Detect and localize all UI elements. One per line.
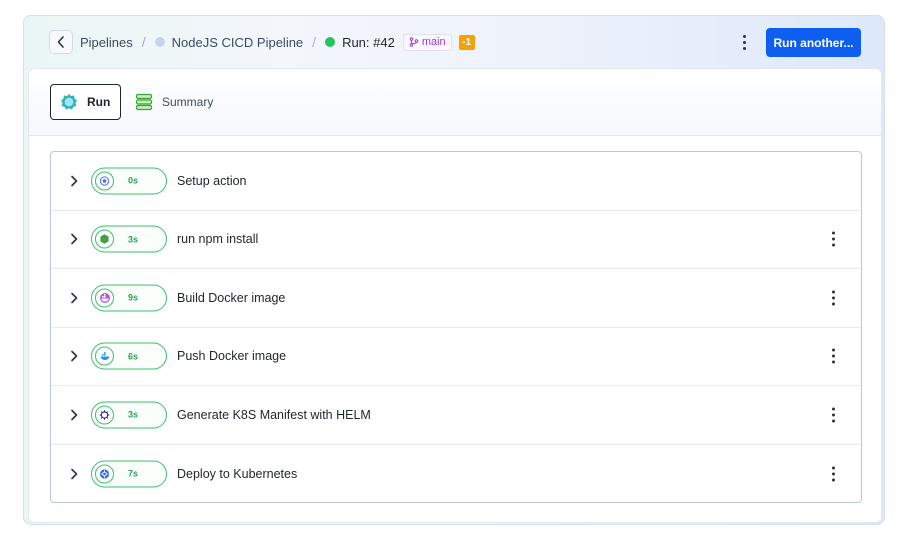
nodejs-icon bbox=[95, 229, 114, 249]
step-menu-icon[interactable] bbox=[829, 466, 837, 482]
tab-run[interactable]: Run bbox=[50, 84, 121, 120]
step-row[interactable]: 6s Push Docker image bbox=[51, 328, 861, 386]
step-name: Deploy to Kubernetes bbox=[177, 466, 298, 481]
step-status-pill: 3s bbox=[91, 401, 167, 429]
step-duration: 7s bbox=[127, 468, 138, 479]
chevron-right-icon[interactable] bbox=[69, 292, 79, 304]
step-name: Push Docker image bbox=[177, 349, 287, 364]
step-row[interactable]: 0s Setup action bbox=[51, 152, 861, 211]
step-duration: 3s bbox=[127, 234, 138, 245]
tab-run-label: Run bbox=[87, 95, 111, 109]
breadcrumb-separator: / bbox=[141, 34, 146, 50]
step-duration: 0s bbox=[127, 175, 138, 186]
step-menu-icon[interactable] bbox=[829, 348, 837, 364]
step-name: Generate K8S Manifest with HELM bbox=[177, 407, 371, 422]
breadcrumb-run: Run: #42 bbox=[342, 34, 395, 50]
breadcrumb: Pipelines / NodeJS CICD Pipeline / Run: … bbox=[80, 30, 475, 54]
tabs-bar: Run Summary bbox=[29, 69, 881, 136]
step-status-pill: 3s bbox=[91, 225, 167, 253]
branch-tag: main bbox=[402, 33, 452, 51]
run-icon bbox=[61, 94, 77, 110]
run-another-button[interactable]: Run another... bbox=[766, 28, 861, 57]
step-row[interactable]: 3s run npm install bbox=[51, 211, 861, 269]
step-status-pill: 0s bbox=[91, 167, 167, 195]
breadcrumb-separator: / bbox=[312, 34, 317, 50]
chevron-left-icon bbox=[57, 36, 64, 48]
helm-icon bbox=[95, 405, 114, 425]
step-name: Build Docker image bbox=[177, 290, 286, 305]
settings-gear-icon bbox=[95, 171, 114, 191]
docker-icon bbox=[95, 346, 114, 366]
run-panel: Run Summary 0s Setup action 3s run npm i… bbox=[28, 68, 882, 523]
warning-badge: -1 bbox=[458, 34, 475, 50]
steps-list: 0s Setup action 3s run npm install 9s Bu… bbox=[50, 151, 862, 503]
step-name: Setup action bbox=[177, 173, 247, 188]
chevron-right-icon[interactable] bbox=[69, 350, 79, 362]
step-status-pill: 6s bbox=[91, 342, 167, 370]
step-status-pill: 9s bbox=[91, 284, 167, 312]
chevron-right-icon[interactable] bbox=[69, 233, 79, 245]
chevron-right-icon[interactable] bbox=[69, 175, 79, 187]
more-options-icon[interactable] bbox=[736, 32, 752, 52]
tab-summary[interactable]: Summary bbox=[135, 84, 213, 120]
git-branch-icon bbox=[409, 37, 419, 47]
pipeline-run-window: Pipelines / NodeJS CICD Pipeline / Run: … bbox=[23, 15, 885, 525]
step-duration: 3s bbox=[127, 409, 138, 420]
chevron-right-icon[interactable] bbox=[69, 468, 79, 480]
run-status-dot bbox=[325, 37, 336, 47]
step-row[interactable]: 7s Deploy to Kubernetes bbox=[51, 445, 861, 504]
step-duration: 9s bbox=[127, 292, 138, 303]
header: Pipelines / NodeJS CICD Pipeline / Run: … bbox=[24, 16, 884, 68]
summary-stack-icon bbox=[135, 93, 153, 111]
branch-name: main bbox=[421, 36, 446, 48]
docker-icon bbox=[95, 288, 114, 308]
breadcrumb-pipeline[interactable]: NodeJS CICD Pipeline bbox=[172, 35, 304, 50]
step-menu-icon[interactable] bbox=[829, 231, 837, 247]
tab-summary-label: Summary bbox=[162, 95, 214, 109]
step-menu-icon[interactable] bbox=[829, 290, 837, 306]
chevron-right-icon[interactable] bbox=[69, 409, 79, 421]
step-row[interactable]: 9s Build Docker image bbox=[51, 269, 861, 328]
step-duration: 6s bbox=[127, 351, 138, 362]
step-row[interactable]: 3s Generate K8S Manifest with HELM bbox=[51, 386, 861, 445]
kubernetes-icon bbox=[95, 464, 114, 484]
step-name: run npm install bbox=[177, 232, 259, 247]
pipeline-status-dot bbox=[154, 37, 165, 47]
back-button[interactable] bbox=[49, 30, 73, 54]
breadcrumb-pipelines[interactable]: Pipelines bbox=[80, 35, 133, 50]
step-status-pill: 7s bbox=[91, 460, 167, 488]
step-menu-icon[interactable] bbox=[829, 407, 837, 423]
